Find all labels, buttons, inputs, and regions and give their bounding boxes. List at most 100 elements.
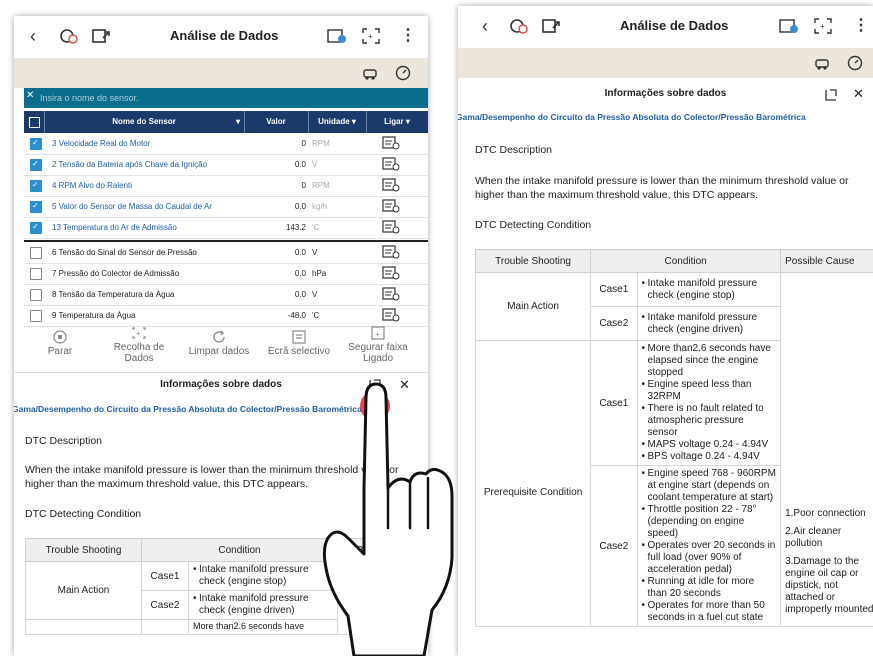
export-icon[interactable] xyxy=(90,26,112,46)
back-button-right[interactable]: ‹ xyxy=(482,16,488,37)
collapse-panel-icon[interactable] xyxy=(368,378,382,392)
page-title: Análise de Dados xyxy=(170,28,279,43)
dtc-title[interactable]: Gama/Desempenho do Circuito da Pressão A… xyxy=(14,404,412,414)
row-checkbox[interactable] xyxy=(30,159,42,171)
hold-icon: + xyxy=(371,326,385,340)
row-checkbox[interactable] xyxy=(30,289,42,301)
record-label: Recolha de Dados xyxy=(113,342,165,364)
th-trouble: Trouble Shooting xyxy=(25,538,142,562)
clear-search-icon[interactable]: ✕ xyxy=(26,90,34,101)
col-sensor-name[interactable]: Nome do Sensor ▾ xyxy=(44,111,245,133)
link-graph-icon[interactable] xyxy=(382,220,400,234)
link-graph-icon[interactable] xyxy=(382,157,400,171)
gauge-icon[interactable] xyxy=(394,65,412,81)
action-bar xyxy=(14,58,428,88)
sensor-unit: 'C xyxy=(312,223,320,232)
table-row[interactable]: 4 RPM Alvo do Ralenti 0 RPM xyxy=(24,175,428,197)
col-link[interactable]: Ligar ▾ xyxy=(366,111,428,133)
row-checkbox[interactable] xyxy=(30,138,42,150)
condition-item: Engine speed less than 32RPM xyxy=(642,379,777,403)
stop-button[interactable]: Parar xyxy=(40,330,80,357)
select-all-cell[interactable] xyxy=(24,111,45,133)
sensor-name: 9 Temperatura da Água xyxy=(52,311,136,320)
row-checkbox[interactable] xyxy=(30,310,42,322)
table-row[interactable]: 6 Tensão do Sinal do Sensor de Pressão 0.… xyxy=(24,242,428,264)
table-row[interactable]: 9 Temperatura da Água -48.0 'C xyxy=(24,305,428,327)
more-menu-button[interactable]: ⋮ xyxy=(400,25,416,45)
vehicle-clock-icon[interactable] xyxy=(58,26,80,46)
col-unit[interactable]: Unidade ▾ xyxy=(308,111,367,133)
link-graph-icon[interactable] xyxy=(382,245,400,259)
select-all-checkbox[interactable] xyxy=(28,117,40,128)
sensor-name: 4 RPM Alvo do Ralenti xyxy=(52,181,133,190)
row-checkbox[interactable] xyxy=(30,180,42,192)
svg-text:+: + xyxy=(368,32,373,41)
close-panel-button[interactable]: ✕ xyxy=(399,377,410,393)
row-checkbox[interactable] xyxy=(30,222,42,234)
select-screen-button[interactable]: Ecrã selectivo xyxy=(262,330,336,357)
link-graph-icon[interactable] xyxy=(382,199,400,213)
row-checkbox[interactable] xyxy=(30,247,42,259)
table-row[interactable]: 2 Tensão da Bateria após Chave da Igniçã… xyxy=(24,154,428,176)
hold-button[interactable]: + Segurar faixa Ligado xyxy=(342,326,414,364)
fullscreen-icon[interactable]: + xyxy=(360,26,382,46)
sensor-value: 0.0 xyxy=(294,248,306,257)
dtc-table-left: Trouble Shooting Condition Possible Cause … xyxy=(25,538,428,635)
col-link-label: Ligar xyxy=(384,117,404,126)
sensor-name: 8 Tensão da Temperatura da Água xyxy=(52,290,175,299)
pre-case1-cell: Case1 xyxy=(590,340,638,466)
table-row[interactable]: 5 Valor do Sensor de Massa do Caudal de … xyxy=(24,196,428,218)
calendar-icon[interactable] xyxy=(326,26,348,46)
main-case1-text: Intake manifold pressure check (engine s… xyxy=(193,564,333,588)
svg-text:+: + xyxy=(136,329,141,338)
link-graph-icon[interactable] xyxy=(382,266,400,280)
select-screen-label: Ecrã selectivo xyxy=(267,346,331,357)
more-menu-button-right[interactable]: ⋮ xyxy=(853,15,869,35)
vehicle-clock-icon[interactable] xyxy=(508,16,530,36)
search-input[interactable] xyxy=(38,90,402,106)
sensor-value: -48.0 xyxy=(287,311,306,320)
detect-heading: DTC Detecting Condition xyxy=(25,508,142,520)
link-graph-icon[interactable] xyxy=(382,308,400,322)
clear-data-button[interactable]: Limpar dados xyxy=(182,330,256,357)
close-panel-button-right[interactable]: ✕ xyxy=(853,86,864,102)
row-checkbox[interactable] xyxy=(30,268,42,280)
sensor-unit: V xyxy=(312,248,318,257)
col-sensor-name-label: Nome do Sensor xyxy=(112,117,176,126)
sensor-table-header: Nome do Sensor ▾ Valor Unidade ▾ Ligar ▾ xyxy=(24,111,428,133)
table-row[interactable]: 8 Tensão da Temperatura da Água 0.0 V xyxy=(24,284,428,306)
refresh-icon xyxy=(213,330,225,343)
desc-line-2-right: higher than the maximum threshold value,… xyxy=(475,189,759,201)
row-checkbox[interactable] xyxy=(30,201,42,213)
export-icon[interactable] xyxy=(540,16,562,36)
top-bar-right: ‹ Análise de Dados + ⋮ xyxy=(458,6,873,48)
col-value[interactable]: Valor xyxy=(244,111,309,133)
desc-heading: DTC Description xyxy=(25,435,103,447)
fullscreen-icon[interactable]: + xyxy=(812,16,834,36)
gauge-icon[interactable] xyxy=(846,55,864,71)
sensor-name: 13 Temperatura do Ar de Admissão xyxy=(52,223,177,232)
collapse-panel-icon[interactable] xyxy=(824,88,838,102)
table-row[interactable]: 7 Pressão do Colector de Admissão 0.0 hPa xyxy=(24,263,428,285)
link-graph-icon[interactable] xyxy=(382,136,400,150)
table-row[interactable]: 13 Temperatura do Ar de Admissão 143.2 'C xyxy=(24,217,428,239)
table-row[interactable]: 3 Velocidade Real do Motor 0 RPM xyxy=(24,133,428,155)
desc-heading-right: DTC Description xyxy=(475,144,553,156)
main-case1-text-right: Intake manifold pressure check (engine s… xyxy=(642,278,777,302)
sensor-name: 3 Velocidade Real do Motor xyxy=(52,139,151,148)
main-action-cell: Main Action xyxy=(25,561,142,620)
sensor-value: 0.0 xyxy=(294,160,306,169)
back-button[interactable]: ‹ xyxy=(30,26,36,47)
calendar-icon[interactable] xyxy=(778,16,800,36)
vehicle-icon[interactable] xyxy=(814,55,832,71)
cause-3: 3.Damage to the engine oil cap or dipsti… xyxy=(785,556,873,615)
pre-case2-list: Engine speed 768 - 960RPM at engine star… xyxy=(642,468,777,624)
dtc-title-right[interactable]: Gama/Desempenho do Circuito da Pressão A… xyxy=(458,112,868,122)
sensor-unit: kg/h xyxy=(312,202,328,211)
link-graph-icon[interactable] xyxy=(382,287,400,301)
record-button[interactable]: + Recolha de Dados xyxy=(102,326,176,364)
link-graph-icon[interactable] xyxy=(382,178,400,192)
vehicle-icon[interactable] xyxy=(362,65,380,81)
svg-text:+: + xyxy=(375,330,380,339)
svg-text:+: + xyxy=(820,22,825,31)
